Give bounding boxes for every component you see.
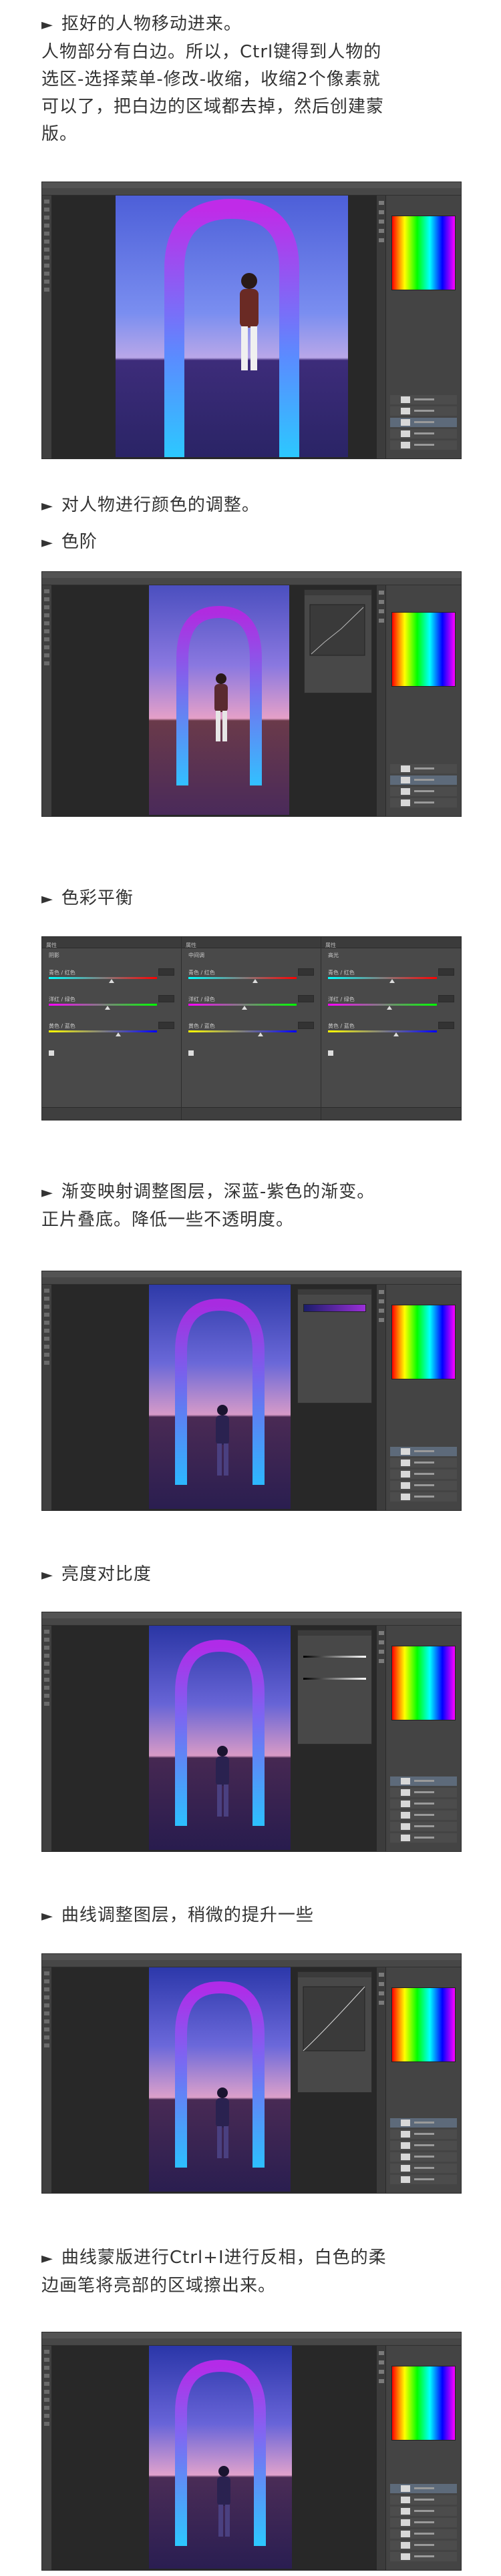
brightness-properties-panel xyxy=(297,1630,372,1744)
text-line: 渐变映射调整图层，深蓝-紫色的渐变。 xyxy=(61,1182,375,1202)
color-picker xyxy=(391,1646,456,1720)
photoshop-screenshot-levels xyxy=(41,571,462,817)
photoshop-screenshot-mask xyxy=(41,182,462,459)
paragraph-color-balance: ► 色彩平衡 xyxy=(41,885,469,913)
panel-footer xyxy=(321,1107,461,1120)
photoshop-screenshot-curves xyxy=(41,1953,462,2194)
artwork-canvas xyxy=(149,2346,292,2569)
bullet-icon: ► xyxy=(41,1185,53,1201)
panel-icon-strip xyxy=(377,196,386,458)
color-picker xyxy=(391,2366,456,2441)
levels-histogram xyxy=(309,604,365,656)
panels-column xyxy=(385,196,461,458)
preserve-luminosity-checkbox[interactable] xyxy=(328,1050,333,1056)
text-line: 亮度对比度 xyxy=(61,1564,152,1584)
tone-label: 高光 xyxy=(328,952,339,958)
text-line: 曲线蒙版进行Ctrl+I进行反相，白色的柔 xyxy=(61,2248,387,2268)
layers-panel xyxy=(390,1777,457,1845)
paragraph-color-adjust: ► 对人物进行颜色的调整。 xyxy=(41,492,469,520)
paragraph-curves: ► 曲线调整图层，稍微的提升一些 xyxy=(41,1902,469,1930)
artwork-canvas xyxy=(116,196,348,457)
text-line: 可以了，把白边的区域都去掉，然后创建蒙 xyxy=(41,97,385,117)
color-picker xyxy=(391,612,456,687)
levels-properties-panel xyxy=(304,589,372,693)
tool-panel xyxy=(42,196,51,458)
text-line: 色阶 xyxy=(61,532,98,552)
artwork-canvas xyxy=(149,1967,291,2192)
text-line: 选区-选择菜单-修改-收缩，收缩2个像素就 xyxy=(41,69,381,89)
artwork-canvas xyxy=(149,1285,291,1509)
color-balance-highlights: 属性 高光 青色 / 红色 洋红 / 绿色 黄色 / 蓝色 xyxy=(321,937,461,1120)
panel-footer xyxy=(42,1107,181,1120)
bullet-icon: ► xyxy=(41,1908,53,1925)
bullet-icon: ► xyxy=(41,498,53,515)
neon-arch xyxy=(175,1298,265,1485)
curves-graph[interactable] xyxy=(298,1984,370,2057)
person-figure xyxy=(240,273,259,370)
text-line: 边画笔将亮部的区域擦出来。 xyxy=(41,2276,277,2296)
tone-label: 中间调 xyxy=(188,952,204,958)
text-line: 曲线调整图层，稍微的提升一些 xyxy=(61,1905,314,1925)
bullet-icon: ► xyxy=(41,535,53,551)
tool-panel xyxy=(42,585,51,816)
bullet-icon: ► xyxy=(41,17,53,33)
photoshop-screenshot-curves-mask xyxy=(41,2332,462,2571)
preserve-luminosity-checkbox[interactable] xyxy=(49,1050,54,1056)
color-balance-midtones: 属性 中间调 青色 / 红色 洋红 / 绿色 黄色 / 蓝色 xyxy=(182,937,321,1120)
options-bar xyxy=(42,188,461,196)
layers-panel xyxy=(390,1447,457,1504)
paragraph-extract-person: ► 抠好的人物移动进来。 人物部分有白边。所以，Ctrl键得到人物的 选区-选择菜… xyxy=(41,11,469,148)
color-picker xyxy=(391,1305,456,1379)
photoshop-screenshot-gradient-map xyxy=(41,1271,462,1511)
gradient-map-properties-panel xyxy=(297,1289,372,1403)
layers-panel xyxy=(390,2484,457,2563)
neon-arch xyxy=(175,1639,265,1826)
panel-footer xyxy=(182,1107,321,1120)
text-line: 色彩平衡 xyxy=(61,888,134,908)
color-balance-panels: 属性 阴影 青色 / 红色 洋红 / 绿色 黄色 / 蓝色 属性 中间调 青色 … xyxy=(41,936,462,1120)
photoshop-screenshot-brightness xyxy=(41,1612,462,1852)
article-page: ► 抠好的人物移动进来。 人物部分有白边。所以，Ctrl键得到人物的 选区-选择菜… xyxy=(0,0,501,2576)
paragraph-brightness-contrast: ► 亮度对比度 xyxy=(41,1561,469,1589)
menu-bar xyxy=(42,182,461,188)
layers-panel xyxy=(390,395,457,452)
layers-panel xyxy=(390,2118,457,2186)
preserve-luminosity-checkbox[interactable] xyxy=(188,1050,194,1056)
text-line: 版。 xyxy=(41,124,78,144)
bullet-icon: ► xyxy=(41,891,53,908)
color-balance-shadows: 属性 阴影 青色 / 红色 洋红 / 绿色 黄色 / 蓝色 xyxy=(42,937,182,1120)
paragraph-levels: ► 色阶 xyxy=(41,529,469,557)
text-line: 正片叠底。降低一些不透明度。 xyxy=(41,1210,295,1230)
color-picker xyxy=(391,216,456,290)
text-line: 抠好的人物移动进来。 xyxy=(61,14,242,34)
text-line: 人物部分有白边。所以，Ctrl键得到人物的 xyxy=(41,42,382,62)
paragraph-gradient-map: ► 渐变映射调整图层，深蓝-紫色的渐变。 正片叠底。降低一些不透明度。 xyxy=(41,1179,469,1234)
layers-panel xyxy=(390,764,457,810)
curves-properties-panel xyxy=(297,1971,372,2093)
color-picker xyxy=(391,1987,456,2062)
bullet-icon: ► xyxy=(41,2250,53,2267)
neon-arch xyxy=(176,605,262,785)
gradient-swatch[interactable] xyxy=(303,1304,366,1312)
neon-arch xyxy=(175,1981,265,2168)
paragraph-curves-mask: ► 曲线蒙版进行Ctrl+I进行反相，白色的柔 边画笔将亮部的区域擦出来。 xyxy=(41,2244,469,2300)
tone-label: 阴影 xyxy=(49,952,59,958)
panels-column xyxy=(385,585,461,816)
text-line: 对人物进行颜色的调整。 xyxy=(61,495,260,515)
artwork-canvas xyxy=(149,585,289,815)
neon-arch xyxy=(175,2359,266,2546)
bullet-icon: ► xyxy=(41,1567,53,1584)
neon-arch xyxy=(164,198,299,457)
artwork-canvas xyxy=(149,1626,291,1850)
